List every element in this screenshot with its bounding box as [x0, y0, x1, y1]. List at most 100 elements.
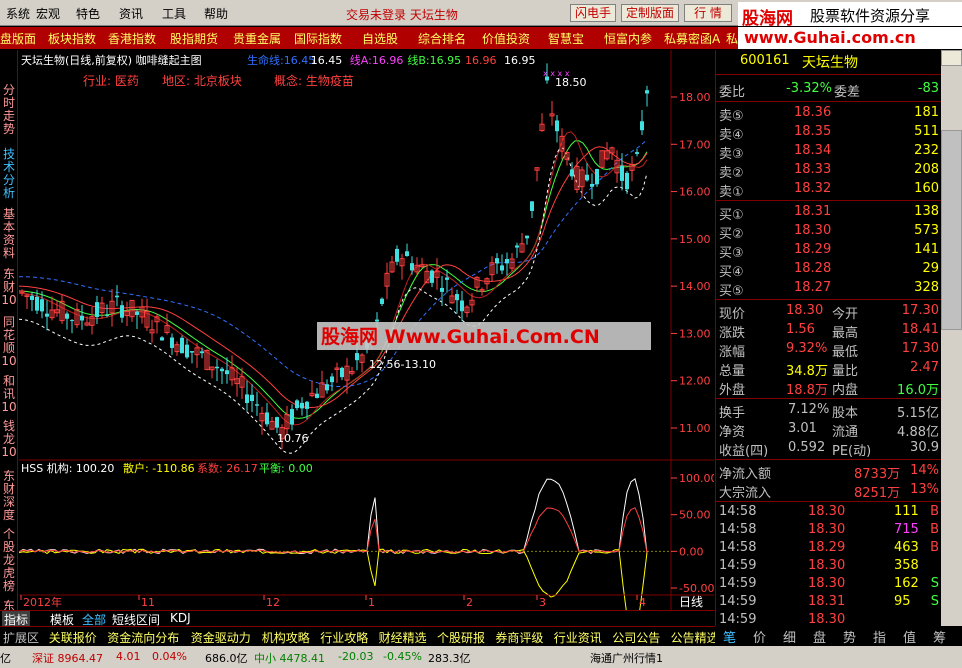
- nav-item-value[interactable]: 价值投资: [482, 30, 530, 47]
- period-label[interactable]: 日线: [679, 595, 703, 609]
- link-8[interactable]: 券商评级: [495, 629, 543, 646]
- legend-item: 16.95: [504, 54, 536, 67]
- candle-body: [440, 287, 444, 292]
- right-tab-2[interactable]: 细: [783, 627, 796, 646]
- quote-button[interactable]: 行 情: [684, 4, 732, 22]
- right-tab-1[interactable]: 价: [753, 627, 766, 646]
- link-7[interactable]: 个股研报: [437, 629, 485, 646]
- candle-body: [45, 313, 49, 317]
- candle-body: [65, 313, 69, 319]
- tab-ths[interactable]: 同花顺10: [1, 316, 17, 368]
- nav-item-watchlist[interactable]: 自选股: [362, 30, 398, 47]
- link-4[interactable]: 机构攻略: [262, 629, 310, 646]
- stat-row: 总量 34.8万 量比 2.47: [716, 359, 942, 379]
- price-tick-label: 18.00: [679, 91, 711, 104]
- link-2[interactable]: 资金流向分布: [107, 629, 179, 646]
- nav-item-metals[interactable]: 贵重金属: [233, 30, 281, 47]
- candle-body: [530, 201, 534, 211]
- tab-intraday[interactable]: 分时走势: [1, 84, 17, 136]
- candle-body: [340, 367, 344, 378]
- sell-label: 卖⑤: [719, 109, 744, 124]
- candle-body: [200, 351, 204, 354]
- hss-axis: 100.00 50.00 0.00 -50.00: [671, 472, 718, 595]
- nav-item-layout[interactable]: 盘版面: [0, 30, 36, 47]
- link-9[interactable]: 行业资讯: [554, 629, 602, 646]
- menu-news[interactable]: 资讯: [119, 5, 143, 22]
- divider: [716, 299, 942, 300]
- candle-body: [185, 344, 189, 358]
- link-6[interactable]: 财经精选: [379, 629, 427, 646]
- tick-volume: 358: [894, 558, 919, 573]
- candle-body: [505, 259, 509, 264]
- candle-body: [225, 370, 229, 375]
- buy-row: 买① 18.31 138: [716, 203, 942, 223]
- status-item-9: 海通广州行情1: [590, 652, 663, 665]
- tick-price: 18.30: [808, 504, 846, 519]
- nav-item-insider[interactable]: 恒富内参: [604, 30, 652, 47]
- tick-side: S: [930, 576, 939, 591]
- right-tab-6[interactable]: 值: [903, 627, 916, 646]
- hss-coef: 系数: 26.17: [197, 462, 258, 475]
- tab-qianlong[interactable]: 钱龙10: [1, 420, 17, 459]
- buy-price: 18.30: [794, 223, 832, 238]
- tab-technical[interactable]: 技术分析: [1, 148, 17, 200]
- right-tab-3[interactable]: 盘: [813, 627, 826, 646]
- menu-feature[interactable]: 特色: [76, 5, 100, 22]
- kline-chart[interactable]: 天坛生物(日线,前复权) 咖啡缝起主图 生命线:16.4516.45 线A:16.…: [18, 50, 718, 629]
- link-1[interactable]: 关联报价: [49, 629, 97, 646]
- price-tick-label: 15.00: [679, 233, 711, 246]
- candle-body: [325, 384, 329, 391]
- right-tab-5[interactable]: 指: [873, 627, 886, 646]
- sell-row: 卖② 18.33 208: [716, 161, 942, 181]
- right-tab-4[interactable]: 势: [843, 627, 856, 646]
- menu-macro[interactable]: 宏观: [36, 5, 60, 22]
- nav-item-sector[interactable]: 板块指数: [48, 30, 96, 47]
- link-11[interactable]: 公告精选: [671, 629, 719, 646]
- concept-label: 概念: 生物疫苗: [274, 73, 354, 88]
- menu-tools[interactable]: 工具: [162, 5, 186, 22]
- sell-price: 18.33: [794, 162, 832, 177]
- menu-system[interactable]: 系统: [6, 5, 30, 22]
- nav-item-futures[interactable]: 股指期货: [170, 30, 218, 47]
- nav-item-ranking[interactable]: 综合排名: [418, 30, 466, 47]
- stat-value: 17.30: [901, 341, 939, 356]
- vertical-scrollbar[interactable]: [941, 50, 962, 626]
- link-3[interactable]: 资金驱动力: [191, 629, 251, 646]
- flow-label: 净流入额: [719, 467, 772, 482]
- price-tick-label: 17.00: [679, 138, 711, 151]
- tab-fundamentals[interactable]: 基本资料: [1, 208, 17, 260]
- hss-title: HSS 机构: 100.20: [21, 461, 114, 475]
- tab-dragon[interactable]: 个股龙虎榜: [1, 528, 17, 593]
- tick-time: 14:58: [719, 540, 757, 555]
- link-5[interactable]: 行业攻略: [320, 629, 368, 646]
- nav-item-hk[interactable]: 香港指数: [108, 30, 156, 47]
- tick-price: 18.31: [808, 594, 846, 609]
- legend-item: 16.45: [311, 54, 343, 67]
- right-tab-0[interactable]: 笔: [723, 627, 736, 646]
- tab-depth[interactable]: 东财深度: [1, 470, 17, 522]
- menu-help[interactable]: 帮助: [204, 5, 228, 22]
- custom-layout-button[interactable]: 定制版面: [621, 4, 679, 22]
- chart-area[interactable]: 天坛生物(日线,前复权) 咖啡缝起主图 生命线:16.45 16.45 线A:16.…: [18, 50, 718, 629]
- flash-trade-button[interactable]: 闪电手: [570, 4, 616, 22]
- nav-item-private[interactable]: 私募密函A: [664, 30, 720, 47]
- scroll-up-button[interactable]: [941, 50, 962, 66]
- scroll-thumb[interactable]: [941, 130, 962, 330]
- right-tab-7[interactable]: 筹: [933, 627, 946, 646]
- buy-label: 买①: [719, 208, 744, 223]
- tab-eastmoney[interactable]: 东财10: [1, 268, 17, 307]
- candle-body: [220, 368, 224, 372]
- stat-row: 外盘 18.8万 内盘 16.0万: [716, 378, 942, 398]
- link-10[interactable]: 公司公告: [612, 629, 660, 646]
- nav-item-intl[interactable]: 国际指数: [294, 30, 342, 47]
- tab-hexun[interactable]: 和讯10: [1, 375, 17, 414]
- link-0[interactable]: 扩展区: [3, 629, 39, 646]
- divider: [716, 501, 942, 502]
- nav-item-wisdom[interactable]: 智慧宝: [548, 30, 584, 47]
- stat-value: 18.41: [901, 322, 939, 337]
- tick-time: 14:58: [719, 522, 757, 537]
- stat-row: 涨跌 1.56 最高 18.41: [716, 321, 942, 341]
- nav-item-more[interactable]: 私: [726, 30, 738, 47]
- tab-kdj[interactable]: KDJ: [170, 611, 191, 625]
- login-status: 交易未登录 天坛生物: [346, 8, 458, 22]
